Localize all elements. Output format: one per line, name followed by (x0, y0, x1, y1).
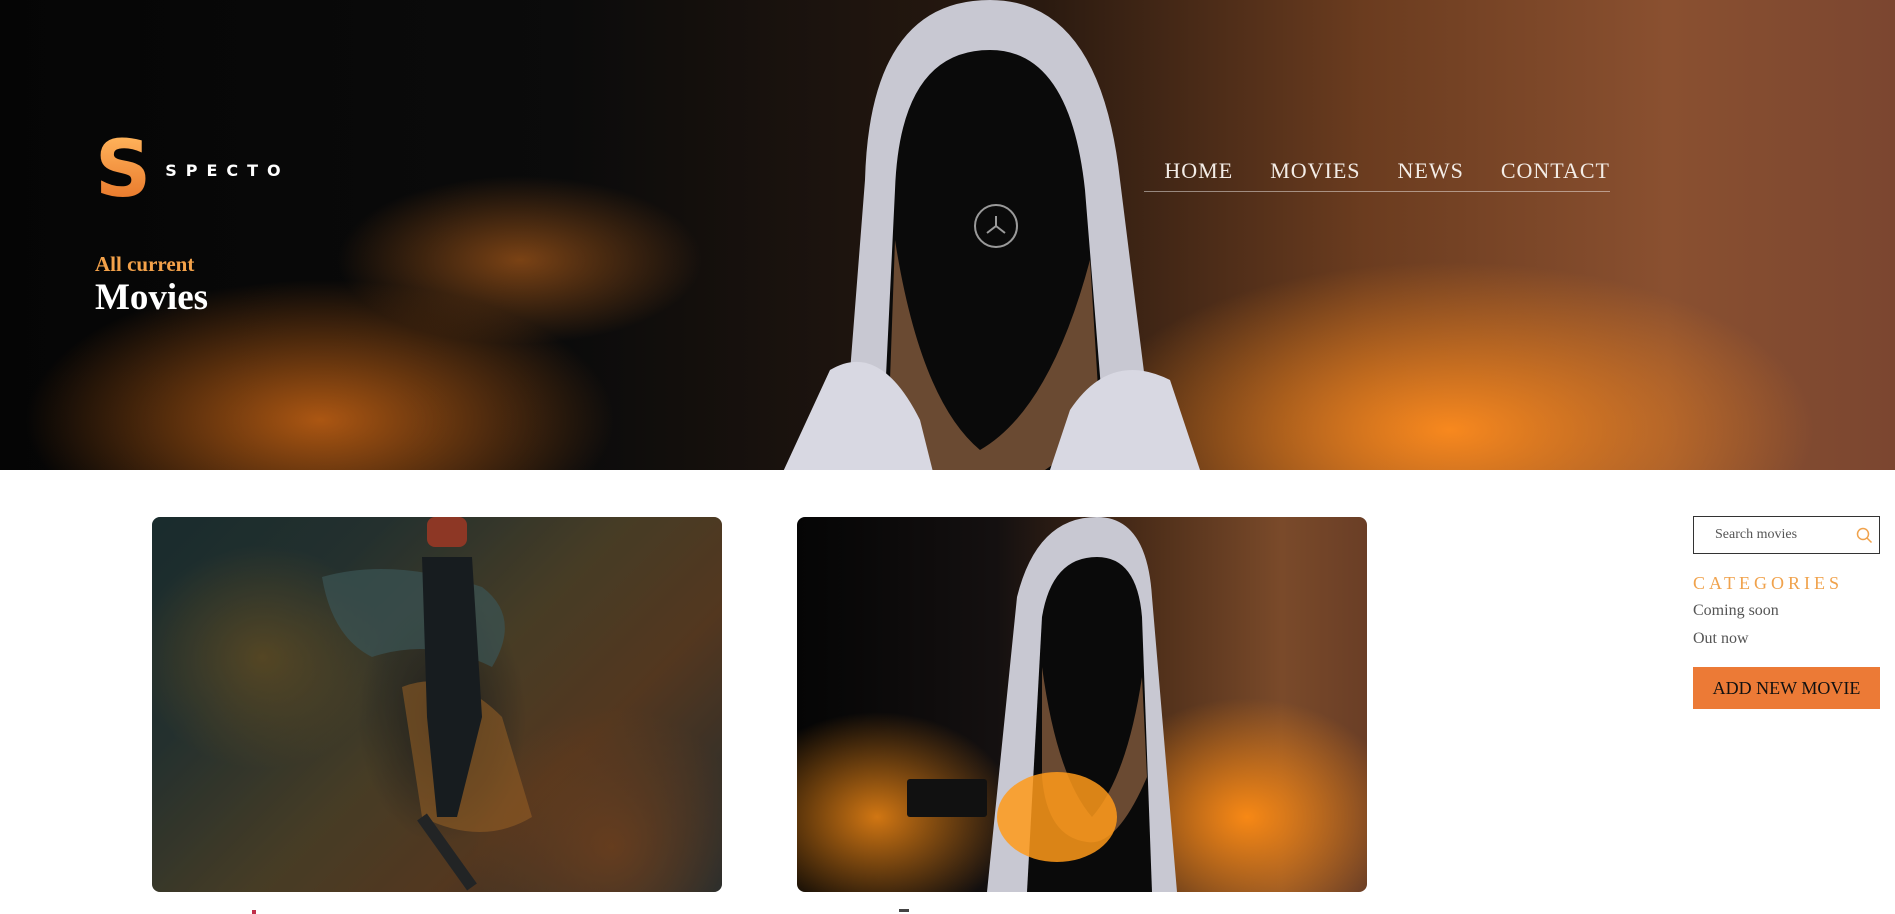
nav-item-contact[interactable]: CONTACT (1501, 156, 1610, 191)
categories-heading: CATEGORIES (1693, 573, 1844, 593)
decorative-mark (252, 910, 256, 914)
hero-subtitle: All current (95, 252, 195, 276)
brand-logo[interactable]: S SPECTO (95, 125, 290, 215)
nav-item-movies[interactable]: MOVIES (1270, 156, 1360, 191)
hooded-person-orange-smoke-photo (907, 517, 1177, 892)
decorative-mark (899, 909, 909, 912)
search-box[interactable] (1693, 516, 1880, 554)
add-new-movie-button[interactable]: ADD NEW MOVIE (1693, 667, 1880, 709)
category-coming-soon[interactable]: Coming soon (1693, 602, 1779, 620)
hero-hooded-figure-image (783, 0, 1200, 470)
category-out-now[interactable]: Out now (1693, 630, 1749, 648)
main-nav: HOME MOVIES NEWS CONTACT (1144, 156, 1610, 192)
hero-banner: S SPECTO HOME MOVIES NEWS CONTACT All cu… (0, 0, 1895, 470)
movie-card-image[interactable] (797, 517, 1367, 892)
nav-item-news[interactable]: NEWS (1398, 156, 1464, 191)
nav-item-home[interactable]: HOME (1164, 156, 1233, 191)
card-overlay (152, 517, 722, 892)
logo-mark: S (95, 125, 152, 215)
search-input[interactable] (1713, 526, 1853, 544)
hero-title: Movies (95, 277, 209, 318)
logo-text: SPECTO (165, 160, 290, 180)
movie-card-image[interactable] (152, 517, 722, 892)
search-icon[interactable] (1855, 526, 1873, 544)
